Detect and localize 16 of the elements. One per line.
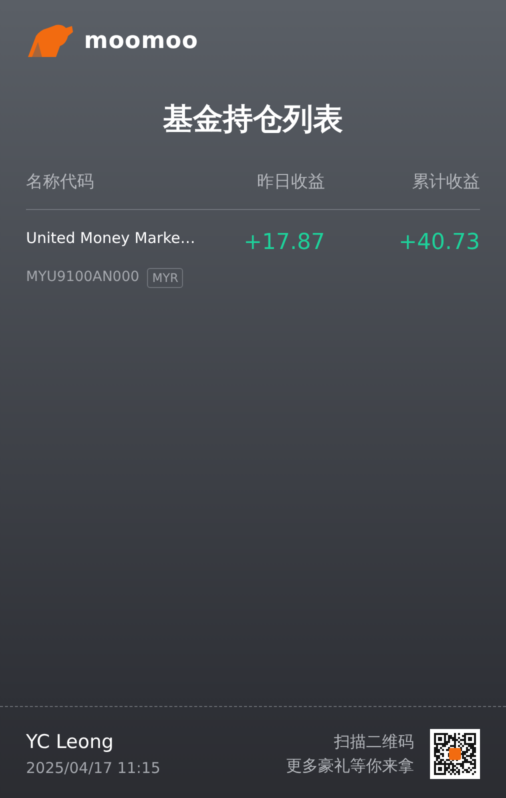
fund-code: MYU9100AN000 xyxy=(26,268,140,287)
timestamp: 2025/04/17 11:15 xyxy=(26,758,162,778)
bull-logo-icon xyxy=(26,24,76,58)
promo-text: 更多豪礼等你来拿 xyxy=(286,756,414,774)
qr-code-icon xyxy=(430,728,480,778)
user-name: YC Leong xyxy=(26,730,115,755)
fund-name: United Money Marke… xyxy=(26,229,196,247)
logo-text: moomoo xyxy=(84,27,198,56)
currency-tag: MYR xyxy=(147,268,184,288)
promo-text: 扫描二维码 xyxy=(334,732,414,750)
column-header: 名称代码 xyxy=(26,172,94,192)
column-header: 累计收益 xyxy=(412,172,480,192)
page-title: 基金持仓列表 xyxy=(162,100,344,138)
daily-return: +17.87 xyxy=(244,230,325,255)
column-header: 昨日收益 xyxy=(257,172,325,192)
total-return: +40.73 xyxy=(398,230,480,255)
